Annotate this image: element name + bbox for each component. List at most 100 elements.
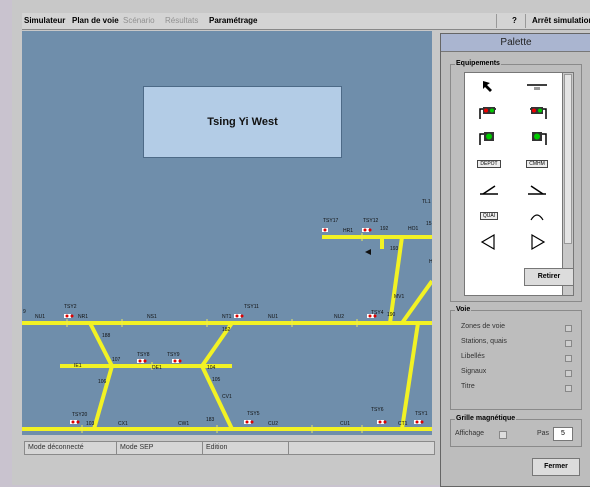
track-label[interactable]: CU1 [340,421,350,427]
cmhm-label: CMHM [526,160,548,168]
zones-de-voie-checkbox[interactable] [565,325,572,332]
track-label[interactable]: MV1 [394,294,405,300]
track-label[interactable]: NS1 [147,314,157,320]
titre-checkbox[interactable] [565,385,572,392]
quai-label: QUAI [479,212,499,220]
signal-marker [70,420,80,424]
track-label[interactable]: 105 [212,377,221,383]
status-empty [288,441,435,455]
arrow-select-icon[interactable] [466,74,512,98]
train-marker [365,249,371,255]
track-label[interactable]: TSY12 [363,218,379,224]
affichage-checkbox[interactable] [499,431,507,439]
voie-item-zones: Zones de voie [461,323,505,330]
signaux-checkbox[interactable] [565,370,572,377]
equipment-scrollbar[interactable] [562,72,574,296]
track-label[interactable]: CW1 [178,421,189,427]
stations-quais-checkbox[interactable] [565,340,572,347]
track-label[interactable]: NR1 [78,314,88,320]
track-label[interactable]: TSY9 [167,352,180,358]
menu-scenario[interactable]: Scénario [123,16,155,25]
track-label[interactable]: 104 [207,365,216,371]
track-segment [92,365,114,430]
track-label[interactable]: 107 [112,357,121,363]
track-label[interactable]: NU2 [334,314,344,320]
track-segment [400,279,432,325]
track-label[interactable]: TSY8 [137,352,150,358]
signal-marker [234,314,244,318]
signal-green-left-icon[interactable] [466,100,512,124]
retirer-button[interactable]: Retirer [524,268,574,286]
track-label[interactable]: TSY11 [244,304,259,310]
menu-arret-simulation[interactable]: Arrêt simulation [532,16,590,25]
cmhm-icon[interactable]: CMHM [514,152,560,176]
track-label[interactable]: IE1 [74,363,82,369]
libelles-checkbox[interactable] [565,355,572,362]
track-label-icon[interactable] [514,74,560,98]
track-label[interactable]: 190 [387,312,396,318]
track-label[interactable]: CT1 [398,421,408,427]
switch-left-icon[interactable] [466,178,512,202]
track-label[interactable]: DE1 [152,365,162,371]
status-mode-deconnecte: Mode déconnecté [24,441,117,455]
palette-title[interactable]: Palette [441,34,590,52]
track-label[interactable]: TSY20 [72,412,88,418]
track-label[interactable]: TSY4 [371,310,384,316]
signal-green-left-large-icon[interactable] [466,126,512,150]
affichage-label: Affichage [455,430,485,437]
track-label[interactable]: TSY6 [371,407,384,413]
menu-parametrage[interactable]: Paramétrage [209,16,257,25]
track-label[interactable]: 188 [102,333,111,339]
signal-marker [244,420,254,424]
signal-marker [172,359,182,363]
track-label[interactable]: 183 [206,417,215,423]
triangle-right-icon[interactable] [514,230,560,254]
track-layout[interactable]: 9 NU1 TSY2NR1 NS1 NT1 TSY11 NU1 NU2 TSY4 190 TSY17… [22,31,432,435]
track-label[interactable]: TSY5 [247,411,260,417]
status-mode-sep: Mode SEP [116,441,203,455]
signal-green-right-large-icon[interactable] [514,126,560,150]
track-plan-canvas[interactable]: Tsing Yi West 9 NU1 TSY2 NR1 NS1 NT1 TSY… [22,31,432,435]
equipment-list[interactable]: DEPOT CMHM QUAI [464,72,564,296]
pas-input[interactable]: 5 [553,427,573,441]
track-label[interactable]: 193 [390,246,399,252]
menu-resultats[interactable]: Résultats [165,16,198,25]
track-label[interactable]: CU2 [268,421,278,427]
track-label[interactable]: HP [429,259,432,265]
signal-marker [137,359,147,363]
menu-bar: Simulateur Plan de voie Scénario Résulta… [22,13,590,30]
track-label[interactable]: 9 [23,309,26,315]
track-label[interactable]: HO1 [408,226,419,232]
menu-help[interactable]: ? [512,16,517,25]
track-label[interactable]: 106 [98,379,107,385]
track-label[interactable]: 103 [86,421,95,427]
track-label[interactable]: NU1 [268,314,278,320]
voie-item-titre: Titre [461,383,475,390]
quai-icon[interactable]: QUAI [466,204,512,228]
track-label[interactable]: CV1 [222,394,232,400]
signal-red-right-icon[interactable] [514,100,560,124]
track-label[interactable]: CX1 [118,421,128,427]
equipements-title: Equipements [455,60,501,67]
track-label[interactable]: TSY1 [415,411,428,417]
track-label[interactable]: TSY2 [64,304,77,310]
switch-right-icon[interactable] [514,178,560,202]
track-label[interactable]: 182 [222,327,231,333]
arc-icon[interactable] [514,204,560,228]
menu-separator [525,14,526,28]
track-label[interactable]: NT1 [222,314,232,320]
pas-label: Pas [537,430,550,437]
track-label[interactable]: TL1 [422,199,431,205]
menu-plan-de-voie[interactable]: Plan de voie [72,16,119,25]
voie-item-label: Libellés [461,353,485,360]
track-label[interactable]: NU1 [35,314,45,320]
track-label[interactable]: 192 [380,226,389,232]
track-label[interactable]: TSY17 [323,218,339,224]
track-label[interactable]: HR1 [343,228,353,234]
fermer-button[interactable]: Fermer [532,458,580,476]
triangle-left-icon[interactable] [466,230,512,254]
menu-simulateur[interactable]: Simulateur [24,16,65,25]
scrollbar-thumb[interactable] [564,74,572,244]
depot-icon[interactable]: DEPOT [466,152,512,176]
track-label[interactable]: 15 [426,221,432,227]
